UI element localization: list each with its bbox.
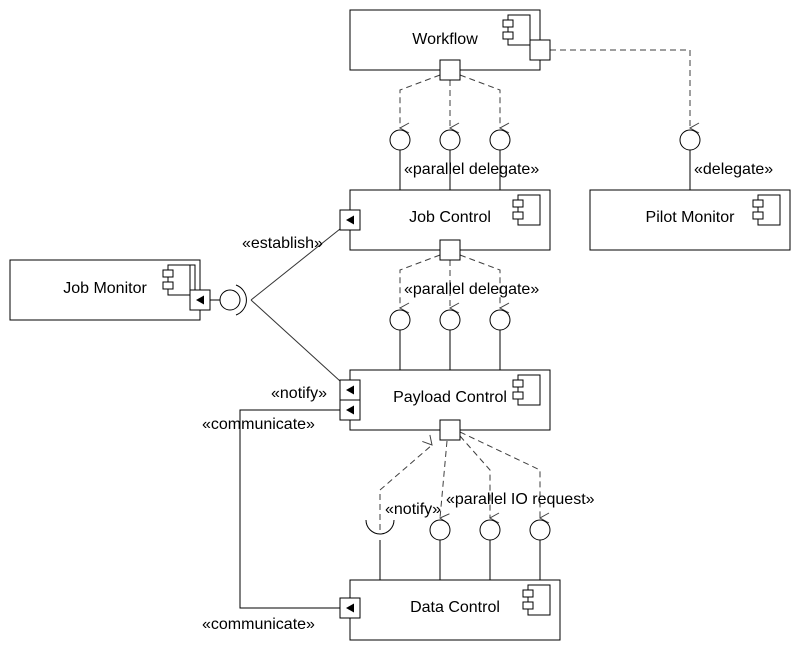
data-control-interfaces [365, 519, 551, 580]
stereotype-label: «notify» [271, 385, 327, 402]
stereotype-label: «communicate» [202, 416, 315, 433]
stereotype-label: «parallel IO request» [446, 491, 595, 508]
interface-circle [489, 129, 511, 151]
workflow-parallel-delegate-connectors [398, 74, 510, 134]
payload-control-provided-interfaces [389, 309, 511, 370]
workflow-delegate-connector [550, 49, 701, 190]
component-job-monitor[interactable]: Job Monitor [9, 259, 211, 321]
component-payload-control[interactable]: Payload Control [339, 369, 551, 441]
interface-circle [429, 519, 451, 541]
stereotype-label: «parallel delegate» [404, 281, 539, 298]
stereotype-label: «parallel delegate» [404, 161, 539, 178]
interface-circle [389, 309, 411, 331]
port-establish[interactable] [339, 209, 361, 231]
port-monitor[interactable] [189, 289, 211, 311]
port[interactable] [529, 39, 551, 61]
component-workflow[interactable]: Workflow [349, 9, 551, 81]
stereotype-label: «establish» [242, 235, 323, 252]
interface-circle [479, 519, 501, 541]
stereotype-label: «delegate» [694, 161, 773, 178]
component-title: Pilot Monitor [646, 209, 736, 226]
component-title: Data Control [410, 599, 500, 616]
interface-circle [389, 129, 411, 151]
interface-circle [439, 129, 461, 151]
stereotype-label: «notify» [385, 501, 441, 518]
component-title: Job Control [409, 209, 491, 226]
communicate-connector [239, 409, 340, 609]
port[interactable] [439, 59, 461, 81]
interface-circle [679, 129, 701, 151]
component-diagram: Workflow Pilot Monitor Job Control Job M… [9, 9, 791, 641]
component-title: Payload Control [393, 389, 507, 406]
interface-circle [439, 309, 461, 331]
job-control-provided-interfaces [389, 129, 511, 190]
component-title: Job Monitor [63, 280, 147, 297]
port[interactable] [439, 419, 461, 441]
provided-interface-circle [219, 289, 241, 311]
port[interactable] [439, 239, 461, 261]
component-data-control[interactable]: Data Control [339, 579, 561, 641]
component-title: Workflow [412, 31, 478, 48]
port-communicate[interactable] [339, 399, 361, 421]
stereotype-label: «communicate» [202, 616, 315, 633]
component-job-control[interactable]: Job Control [339, 189, 551, 261]
component-pilot-monitor[interactable]: Pilot Monitor [589, 189, 791, 251]
interface-circle [529, 519, 551, 541]
port-communicate[interactable] [339, 597, 361, 619]
port-notify[interactable] [339, 379, 361, 401]
interface-circle [489, 309, 511, 331]
